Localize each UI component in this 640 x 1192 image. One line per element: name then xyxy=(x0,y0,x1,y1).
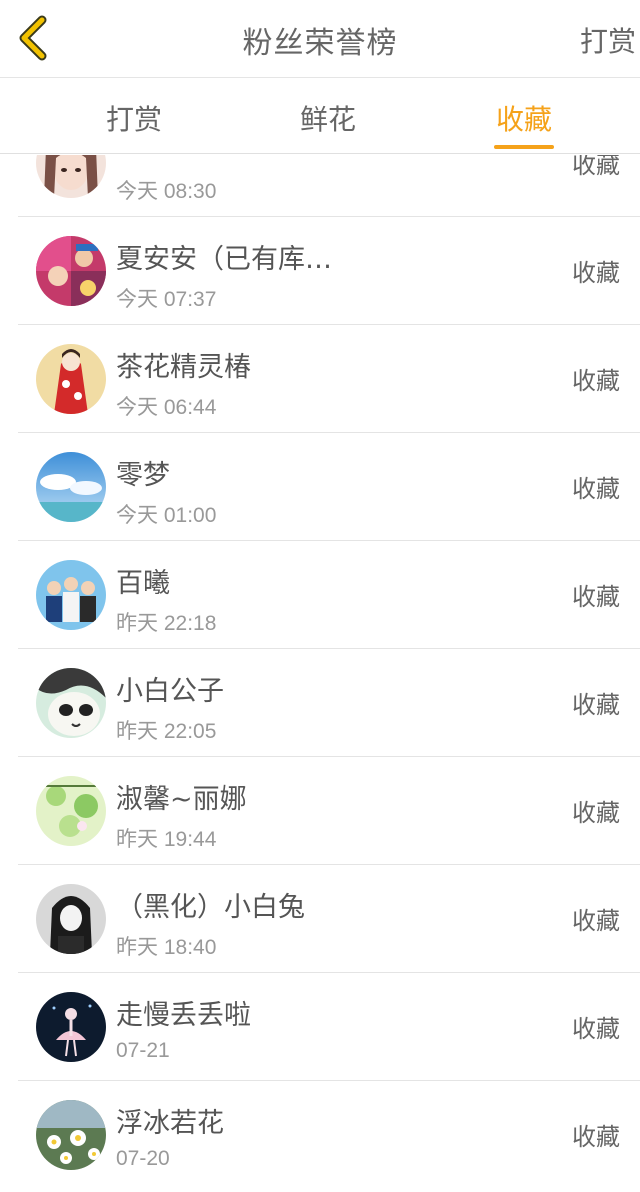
list-item[interactable]: 茶花精灵椿 今天 06:44 收藏 xyxy=(0,325,640,433)
list-item[interactable]: 夏安安（已有库… 今天 07:37 收藏 xyxy=(0,217,640,325)
list-item[interactable]: 小白公子 昨天 22:05 收藏 xyxy=(0,649,640,757)
tab-flowers[interactable]: 鲜花 xyxy=(300,98,356,138)
tab-bar: 打赏 鲜花 收藏 xyxy=(0,78,640,154)
tab-favorites-label: 收藏 xyxy=(496,103,553,136)
timestamp: 07-20 xyxy=(116,1147,170,1170)
daisies-avatar xyxy=(36,1100,106,1170)
tab-favorites[interactable]: 收藏 xyxy=(494,98,555,149)
timestamp: 今天 01:00 xyxy=(116,504,217,527)
dark-hair-girl-avatar xyxy=(36,884,106,954)
green-floral-avatar xyxy=(36,776,106,846)
top-bar: 粉丝荣誉榜 打赏 xyxy=(0,0,640,78)
favorite-label: 收藏 xyxy=(572,259,620,287)
user-name: 零梦 xyxy=(116,460,170,491)
user-name: 夏安安（已有库… xyxy=(116,244,332,275)
user-name: 百曦 xyxy=(116,568,170,599)
timestamp: 昨天 19:44 xyxy=(116,828,217,851)
list-item[interactable]: 今天 08:30 收藏 xyxy=(0,155,640,217)
favorite-label: 收藏 xyxy=(572,367,620,395)
favorite-label: 收藏 xyxy=(572,907,620,935)
list-item[interactable]: 零梦 今天 01:00 收藏 xyxy=(0,433,640,541)
list-item[interactable]: 百曦 昨天 22:18 收藏 xyxy=(0,541,640,649)
timestamp: 昨天 22:05 xyxy=(116,720,217,743)
timestamp: 今天 08:30 xyxy=(116,180,217,203)
favorite-label: 收藏 xyxy=(572,691,620,719)
fan-list[interactable]: 今天 08:30 收藏 夏安安（已有库… 今天 07:37 收藏 茶花精灵椿 今… xyxy=(0,155,640,1192)
timestamp: 今天 06:44 xyxy=(116,396,217,419)
user-name: （黑化）小白兔 xyxy=(116,892,305,923)
favorite-label: 收藏 xyxy=(572,1015,620,1043)
list-item[interactable]: 淑馨~丽娜 昨天 19:44 收藏 xyxy=(0,757,640,865)
user-name: 淑馨~丽娜 xyxy=(116,784,247,815)
list-item[interactable]: （黑化）小白兔 昨天 18:40 收藏 xyxy=(0,865,640,973)
favorite-label: 收藏 xyxy=(572,1123,620,1151)
list-item[interactable]: 浮冰若花 07-20 收藏 xyxy=(0,1081,640,1189)
red-kimono-avatar xyxy=(36,344,106,414)
favorite-label: 收藏 xyxy=(572,475,620,503)
tab-reward[interactable]: 打赏 xyxy=(106,98,162,138)
user-name: 浮冰若花 xyxy=(116,1108,224,1139)
three-boys-avatar xyxy=(36,560,106,630)
timestamp: 07-21 xyxy=(116,1039,170,1062)
timestamp: 昨天 18:40 xyxy=(116,936,217,959)
ballerina-avatar xyxy=(36,992,106,1062)
anime-collage-avatar xyxy=(36,236,106,306)
favorite-label: 收藏 xyxy=(572,799,620,827)
user-name: 走慢丢丢啦 xyxy=(116,1000,251,1031)
timestamp: 昨天 22:18 xyxy=(116,612,217,635)
favorite-label: 收藏 xyxy=(572,155,620,179)
list-item[interactable]: 走慢丢丢啦 07-21 收藏 xyxy=(0,973,640,1081)
favorite-label: 收藏 xyxy=(572,583,620,611)
girl-avatar xyxy=(36,155,106,198)
reward-button[interactable]: 打赏 xyxy=(580,20,636,60)
user-name: 小白公子 xyxy=(116,676,224,707)
active-tab-indicator xyxy=(494,145,555,149)
page-title: 粉丝荣誉榜 xyxy=(242,26,398,61)
timestamp: 今天 07:37 xyxy=(116,288,217,311)
sky-sea-avatar xyxy=(36,452,106,522)
user-name: 茶花精灵椿 xyxy=(116,352,251,383)
cartoon-face-avatar xyxy=(36,668,106,738)
